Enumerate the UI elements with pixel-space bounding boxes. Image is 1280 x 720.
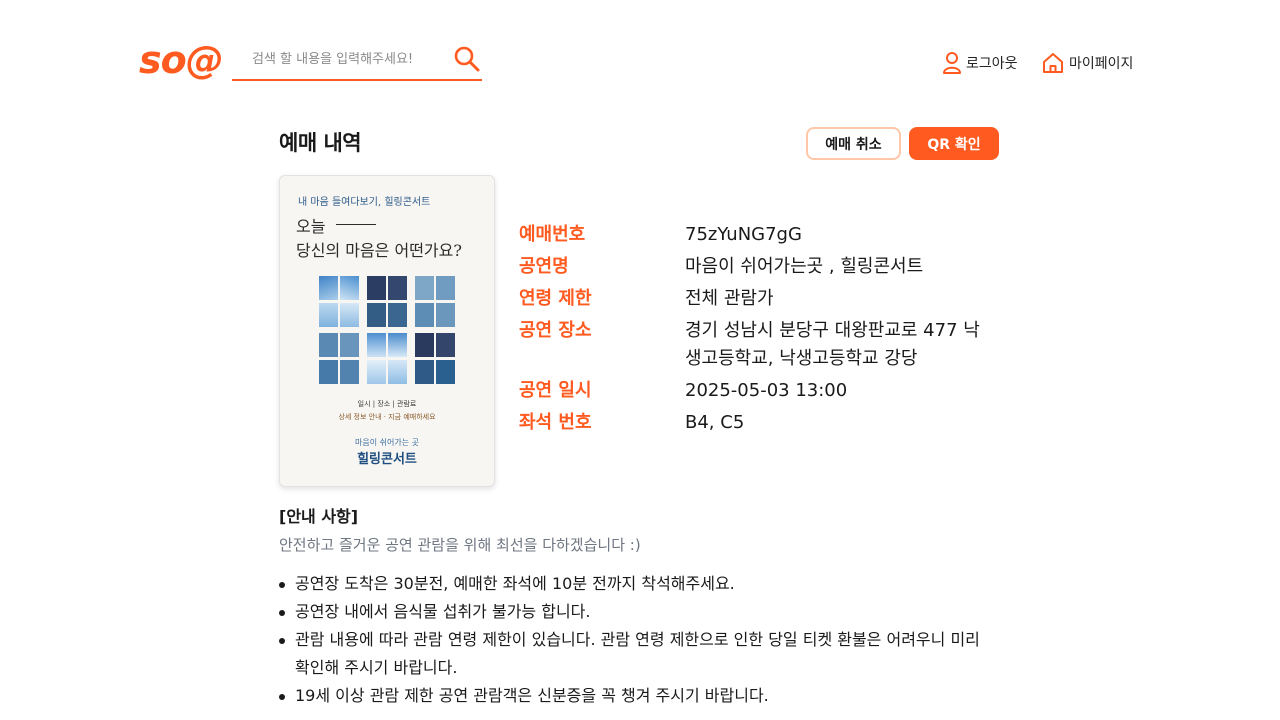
detail-label: 공연명 [519, 256, 569, 277]
detail-value: 마음이 쉬어가는곳 , 힐링콘서트 [685, 256, 924, 277]
header: so@ 로그아웃 마이페이지 [0, 0, 1280, 110]
poster-rule [336, 224, 376, 225]
poster-info-line-2: 상세 정보 안내 · 지금 예매하세요 [338, 413, 436, 421]
notice-item: 관람 내용에 따라 관람 연령 제한이 있습니다. 관람 연령 제한으로 인한 … [279, 626, 999, 682]
detail-label: 공연 일시 [519, 380, 592, 401]
notice-item: 19세 이상 관람 제한 공연 관람객은 신분증을 꼭 챙겨 주시기 바랍니다. [279, 682, 999, 710]
detail-row-age-limit: 연령 제한 전체 관람가 [519, 285, 999, 313]
detail-row-show-name: 공연명 마음이 쉬어가는곳 , 힐링콘서트 [519, 253, 999, 281]
poster-subtitle: 마음이 쉬어가는 곳 [355, 438, 419, 447]
poster-concert-name: 힐링콘서트 [357, 452, 417, 467]
detail-label: 공연 장소 [519, 320, 592, 341]
notice-list: 공연장 도착은 30분전, 예매한 좌석에 10분 전까지 착석해주세요. 공연… [279, 570, 999, 710]
logout-label: 로그아웃 [966, 56, 1018, 72]
detail-value: 75zYuNG7gG [685, 224, 802, 245]
detail-value: 전체 관람가 [685, 288, 774, 309]
notice-subtitle: 안전하고 즐거운 공연 관람을 위해 최선을 다하겠습니다 :) [279, 536, 641, 554]
logout-link[interactable]: 로그아웃 [942, 50, 1018, 76]
detail-value: 경기 성남시 분당구 대왕판교로 477 낙생고등학교, 낙생고등학교 강당 [685, 320, 980, 369]
detail-label: 연령 제한 [519, 288, 592, 309]
poster-window [367, 333, 407, 384]
detail-label: 예매번호 [519, 224, 586, 245]
detail-row-booking-number: 예매번호 75zYuNG7gG [519, 221, 999, 249]
search-input[interactable] [232, 40, 447, 78]
user-icon [943, 52, 961, 74]
cancel-booking-button[interactable]: 예매 취소 [806, 127, 901, 160]
detail-value: B4, C5 [685, 412, 745, 433]
poster-info-line-1: 일시 | 장소 | 관람료 [357, 400, 417, 408]
poster-headline-2: 당신의 마음은 어떤가요? [296, 241, 462, 260]
notice-title: [안내 사항] [279, 507, 359, 526]
mypage-label: 마이페이지 [1069, 56, 1134, 72]
logo[interactable]: so@ [139, 38, 224, 82]
detail-row-seats: 좌석 번호 B4, C5 [519, 409, 999, 437]
notice-item: 공연장 내에서 음식물 섭취가 불가능 합니다. [279, 598, 999, 626]
poster-tagline: 내 마음 들여다보기, 힐링콘서트 [298, 197, 431, 208]
poster-window [367, 276, 407, 327]
mypage-link[interactable]: 마이페이지 [1041, 50, 1133, 76]
notice-item: 공연장 도착은 30분전, 예매한 좌석에 10분 전까지 착석해주세요. [279, 570, 999, 598]
search-bar [232, 40, 482, 81]
poster-window [319, 333, 359, 384]
home-icon [1043, 53, 1063, 73]
page-title: 예매 내역 [279, 131, 362, 155]
poster-window [415, 333, 455, 384]
poster-window [319, 276, 359, 327]
detail-row-venue: 공연 장소 경기 성남시 분당구 대왕판교로 477 낙생고등학교, 낙생고등학… [519, 317, 999, 373]
detail-row-datetime: 공연 일시 2025-05-03 13:00 [519, 377, 999, 405]
qr-check-button[interactable]: QR 확인 [909, 127, 999, 160]
concert-poster: 내 마음 들여다보기, 힐링콘서트 오늘 당신의 마음은 어떤가요? 일시 | … [279, 175, 495, 487]
search-icon [454, 46, 480, 72]
detail-value: 2025-05-03 13:00 [685, 380, 848, 401]
poster-window [415, 276, 455, 327]
poster-headline-1: 오늘 [296, 217, 326, 236]
search-button[interactable] [452, 44, 482, 74]
detail-label: 좌석 번호 [519, 412, 592, 433]
